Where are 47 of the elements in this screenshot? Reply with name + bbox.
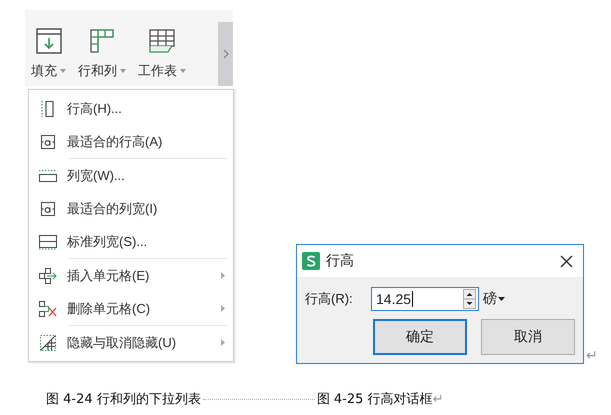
submenu-arrow-icon — [221, 272, 225, 279]
figure-caption: 图 4-24 行和列的下拉列表 — [46, 391, 201, 408]
autofit-icon — [40, 134, 56, 150]
toolbar-button[interactable]: 行和列 — [72, 10, 132, 86]
paragraph-mark: ↵ — [432, 392, 444, 406]
paragraph-mark: ↵ — [586, 348, 598, 362]
field-label: 行高(R): — [305, 290, 354, 308]
standard-width-icon — [38, 234, 58, 250]
column-width-icon — [38, 168, 58, 182]
toolbar-button[interactable]: 填充 — [25, 10, 72, 86]
hide-cells-icon — [39, 334, 57, 352]
menu-item[interactable]: 隐藏与取消隐藏(U) — [29, 326, 233, 359]
toolbar-button-label: 工作表 — [138, 62, 177, 80]
menu-item[interactable]: 删除单元格(C) — [29, 292, 233, 325]
toolbar-button-label: 行和列 — [78, 62, 117, 80]
dialog-button[interactable]: 取消 — [481, 319, 575, 355]
chevron-right-icon — [222, 49, 228, 59]
menu-item[interactable]: 标准列宽(S)... — [29, 225, 233, 258]
toolbar-button[interactable]: 工作表 — [132, 10, 192, 86]
unit-dropdown[interactable]: 磅 — [483, 290, 505, 308]
submenu-arrow-icon — [221, 305, 225, 312]
menu-item[interactable]: 最适合的行高(A) — [29, 125, 233, 158]
row-height-input[interactable]: 14.25 — [371, 287, 479, 311]
app-logo-icon — [302, 252, 320, 270]
insert-cells-icon — [38, 266, 58, 284]
dialog-title: 行高 — [326, 252, 354, 270]
caret-icon — [180, 69, 186, 73]
menu-item[interactable]: 最适合的列宽(I) — [29, 192, 233, 225]
delete-cells-icon — [38, 300, 58, 318]
autofit-icon — [40, 200, 56, 216]
submenu-arrow-icon — [221, 339, 225, 346]
menu-item[interactable]: 列宽(W)... — [29, 159, 233, 192]
unit-label: 磅 — [483, 290, 497, 308]
toolbar-button-label: 填充 — [31, 62, 57, 80]
menu-item[interactable]: 插入单元格(E) — [29, 259, 233, 292]
caret-icon — [498, 297, 505, 301]
caret-icon — [60, 69, 66, 73]
dialog-button[interactable]: 确定 — [373, 319, 468, 355]
row-height-icon — [40, 100, 56, 118]
worksheet-icon — [148, 28, 176, 54]
menu-item[interactable]: 行高(H)... — [29, 92, 233, 125]
fill-down-icon — [36, 28, 62, 54]
figure-caption: 图 4-25 行高对话框 — [316, 391, 433, 408]
spinner-icon[interactable] — [463, 289, 476, 309]
caret-icon — [120, 69, 126, 73]
close-icon[interactable] — [560, 254, 573, 268]
row-column-icon — [89, 28, 115, 54]
